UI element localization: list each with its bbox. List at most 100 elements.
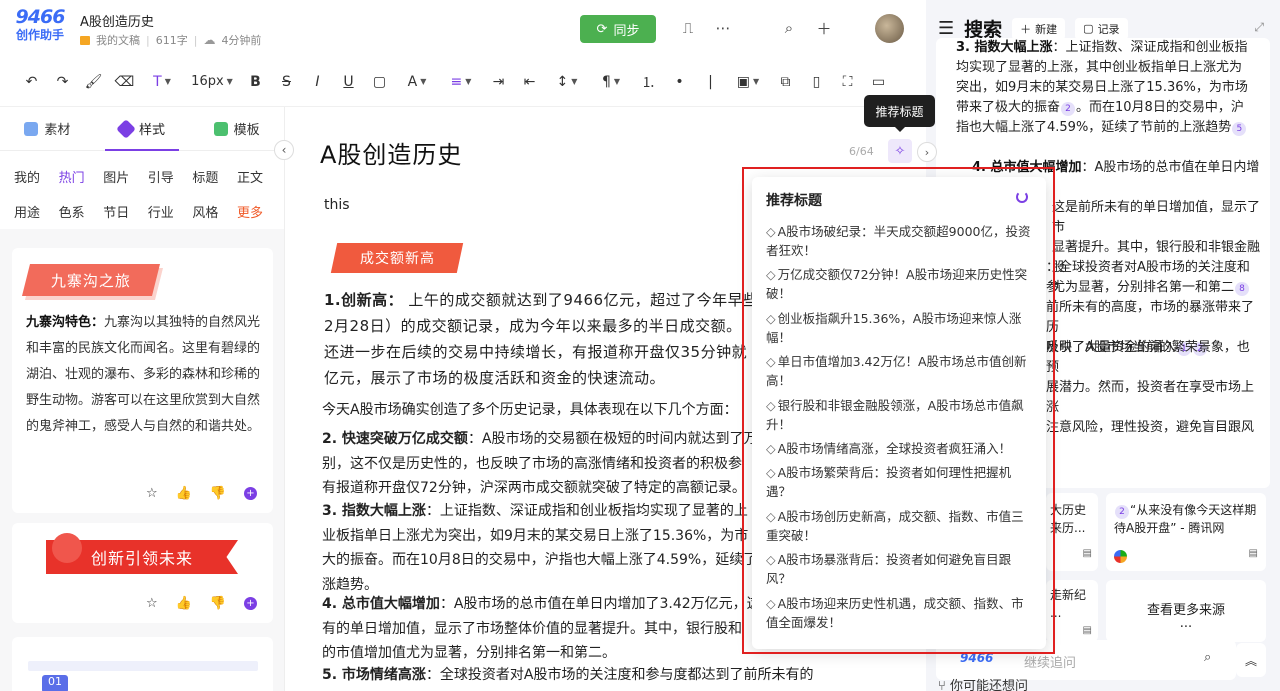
search-icon[interactable]: ⌕ xyxy=(1204,650,1211,665)
unordered-list-icon[interactable]: • xyxy=(664,68,695,96)
category-industry[interactable]: 行业 xyxy=(148,202,193,221)
chevron-down-icon: ▼ xyxy=(164,77,171,86)
category-style[interactable]: 风格 xyxy=(192,202,237,221)
category-mine[interactable]: 我的 xyxy=(14,167,59,186)
menu-icon[interactable]: ☰ xyxy=(938,18,954,39)
italic-icon[interactable]: I xyxy=(302,68,333,96)
category-image[interactable]: 图片 xyxy=(103,167,148,186)
outdent-icon[interactable]: ⇤ xyxy=(514,68,545,96)
scroll-top-button[interactable]: ︽ xyxy=(1236,643,1266,677)
folder-icon xyxy=(80,35,90,45)
chevron-right-icon[interactable]: › xyxy=(917,142,937,162)
text-style-icon: T xyxy=(153,73,162,90)
font-color-dropdown[interactable]: A ▼ xyxy=(395,68,439,96)
material-icon xyxy=(24,121,39,136)
tab-style[interactable]: 样式 xyxy=(95,107,190,151)
bold-icon[interactable]: B xyxy=(240,68,271,96)
document-title[interactable]: A股创造历史 xyxy=(80,11,154,30)
text-style-dropdown[interactable]: T ▼ xyxy=(140,68,184,96)
tab-template[interactable]: 模板 xyxy=(189,107,284,151)
add-icon[interactable]: + xyxy=(244,487,257,500)
screenshot-icon[interactable]: ⛶ xyxy=(832,68,863,96)
thumbs-up-icon[interactable]: 👍 xyxy=(176,486,192,501)
category-body[interactable]: 正文 xyxy=(237,167,282,186)
star-icon[interactable]: ☆ xyxy=(146,596,158,611)
category-festival[interactable]: 节日 xyxy=(103,202,148,221)
style-card[interactable]: 01 xyxy=(12,637,273,691)
style-card[interactable]: 创新引领未来 ☆ 👍 👎 + xyxy=(12,523,273,623)
source-card[interactable]: 2 “从来没有像今天这样期待A股开盘” - 腾讯网 ▤ xyxy=(1106,493,1266,571)
more-sources-button[interactable]: 查看更多来源 ... xyxy=(1106,580,1266,642)
indent-icon[interactable]: ⇥ xyxy=(483,68,514,96)
more-icon[interactable]: ⋯ xyxy=(713,18,733,38)
add-icon[interactable]: + xyxy=(244,597,257,610)
section-tag-label: 成交额新高 xyxy=(359,251,435,267)
expand-icon[interactable]: ⤢ xyxy=(1254,20,1264,35)
image-icon: ▣ xyxy=(736,73,751,90)
undo-icon[interactable]: ↶ xyxy=(16,68,47,96)
copy-icon[interactable]: ⧉ xyxy=(770,68,801,96)
bold-text: 5. 市场情绪高涨 xyxy=(322,667,426,683)
category-guide[interactable]: 引导 xyxy=(148,167,193,186)
image-dropdown[interactable]: ▣ ▼ xyxy=(726,68,770,96)
title-char-count: 6/64 xyxy=(849,145,874,158)
mobile-icon[interactable]: ▯ xyxy=(801,68,832,96)
save-icon[interactable]: ▤ xyxy=(1249,545,1258,563)
add-icon[interactable]: ＋ xyxy=(814,18,834,38)
category-color[interactable]: 色系 xyxy=(59,202,104,221)
category-row: 用途 色系 节日 行业 风格 更多 xyxy=(14,194,284,229)
paragraph-dropdown[interactable]: ¶ ▼ xyxy=(589,68,633,96)
thumbs-down-icon[interactable]: 👎 xyxy=(210,596,226,611)
category-usage[interactable]: 用途 xyxy=(14,202,59,221)
tab-material[interactable]: 素材 xyxy=(0,107,95,151)
card-text: 九寨沟特色：九寨沟以其独特的自然风光和丰富的民族文化而闻名。这里有碧绿的湖泊、壮… xyxy=(26,310,262,440)
category-title[interactable]: 标题 xyxy=(192,167,237,186)
card-number: 01 xyxy=(42,675,68,691)
category-more[interactable]: 更多 xyxy=(237,202,282,221)
format-painter-icon[interactable]: 🖌 xyxy=(78,68,109,96)
record-button[interactable]: ▢ 记录 xyxy=(1075,17,1128,40)
app-logo[interactable]: 9466 创作助手 xyxy=(14,8,66,42)
save-icon[interactable]: ▤ xyxy=(1083,545,1092,563)
ordered-list-icon[interactable]: ⒈ xyxy=(633,68,664,96)
chevron-down-icon: ▼ xyxy=(465,77,472,86)
folder-name[interactable]: 我的文稿 xyxy=(96,32,140,48)
new-button[interactable]: ＋新建 xyxy=(1012,17,1066,40)
paragraph[interactable]: 5. 市场情绪高涨：全球投资者对A股市场的关注度和参与度都达到了前所未有的 xyxy=(322,663,922,688)
input-placeholder: 继续追问 xyxy=(1024,656,1077,671)
bookmark-icon[interactable]: ⎍ xyxy=(678,18,698,38)
underline-icon[interactable]: U xyxy=(333,68,364,96)
editor-title[interactable]: A股创造历史 xyxy=(320,135,462,170)
save-icon[interactable]: ▤ xyxy=(1083,622,1092,640)
star-icon[interactable]: ☆ xyxy=(146,486,158,501)
search-icon[interactable]: ⌕ xyxy=(779,18,799,38)
style-card[interactable]: 九寨沟之旅 九寨沟特色：九寨沟以其独特的自然风光和丰富的民族文化而闻名。这里有碧… xyxy=(12,248,273,513)
suggested-label: 你可能还想问 xyxy=(949,679,1028,691)
citation-badge[interactable]: 5 xyxy=(1232,122,1247,136)
line-height-icon: ↕ xyxy=(556,73,569,90)
source-text: 走新纪 xyxy=(1050,588,1087,602)
citation-badge[interactable]: 2 xyxy=(1061,102,1076,116)
category-row: 我的 热门 图片 引导 标题 正文 xyxy=(14,159,284,194)
desktop-icon[interactable]: ▭ xyxy=(863,68,894,96)
card-text-body: 九寨沟以其独特的自然风光和丰富的民族文化而闻名。这里有碧绿的湖泊、壮观的瀑布、多… xyxy=(26,315,261,434)
strikethrough-icon[interactable]: S xyxy=(271,68,302,96)
chevron-down-icon: ▼ xyxy=(753,77,760,86)
comment-icon[interactable]: ▢ xyxy=(364,68,395,96)
source-title: “从来没有像今天这样期待A股开盘” - 腾讯网 xyxy=(1114,503,1257,535)
thumbs-down-icon[interactable]: 👎 xyxy=(210,486,226,501)
eraser-icon[interactable]: ⌫ xyxy=(109,68,140,96)
avatar[interactable] xyxy=(875,14,904,43)
thumbs-up-icon[interactable]: 👍 xyxy=(176,596,192,611)
bold-text: 2. 快速突破万亿成交额 xyxy=(322,431,468,447)
font-size-dropdown[interactable]: 16px ▼ xyxy=(184,68,240,96)
redo-icon[interactable]: ↷ xyxy=(47,68,78,96)
bold-text: 3. 指数大幅上涨 xyxy=(956,40,1053,55)
align-dropdown[interactable]: ≡ ▼ xyxy=(439,68,483,96)
text: 前所未有的高度，市场的暴涨带来了历 xyxy=(1046,300,1255,335)
line-height-dropdown[interactable]: ↕ ▼ xyxy=(545,68,589,96)
magic-wand-icon[interactable]: ✧ xyxy=(888,139,912,163)
paragraph-icon: ¶ xyxy=(601,73,611,90)
category-hot[interactable]: 热门 xyxy=(59,167,104,186)
sync-button[interactable]: ⟳ 同步 xyxy=(580,15,656,43)
